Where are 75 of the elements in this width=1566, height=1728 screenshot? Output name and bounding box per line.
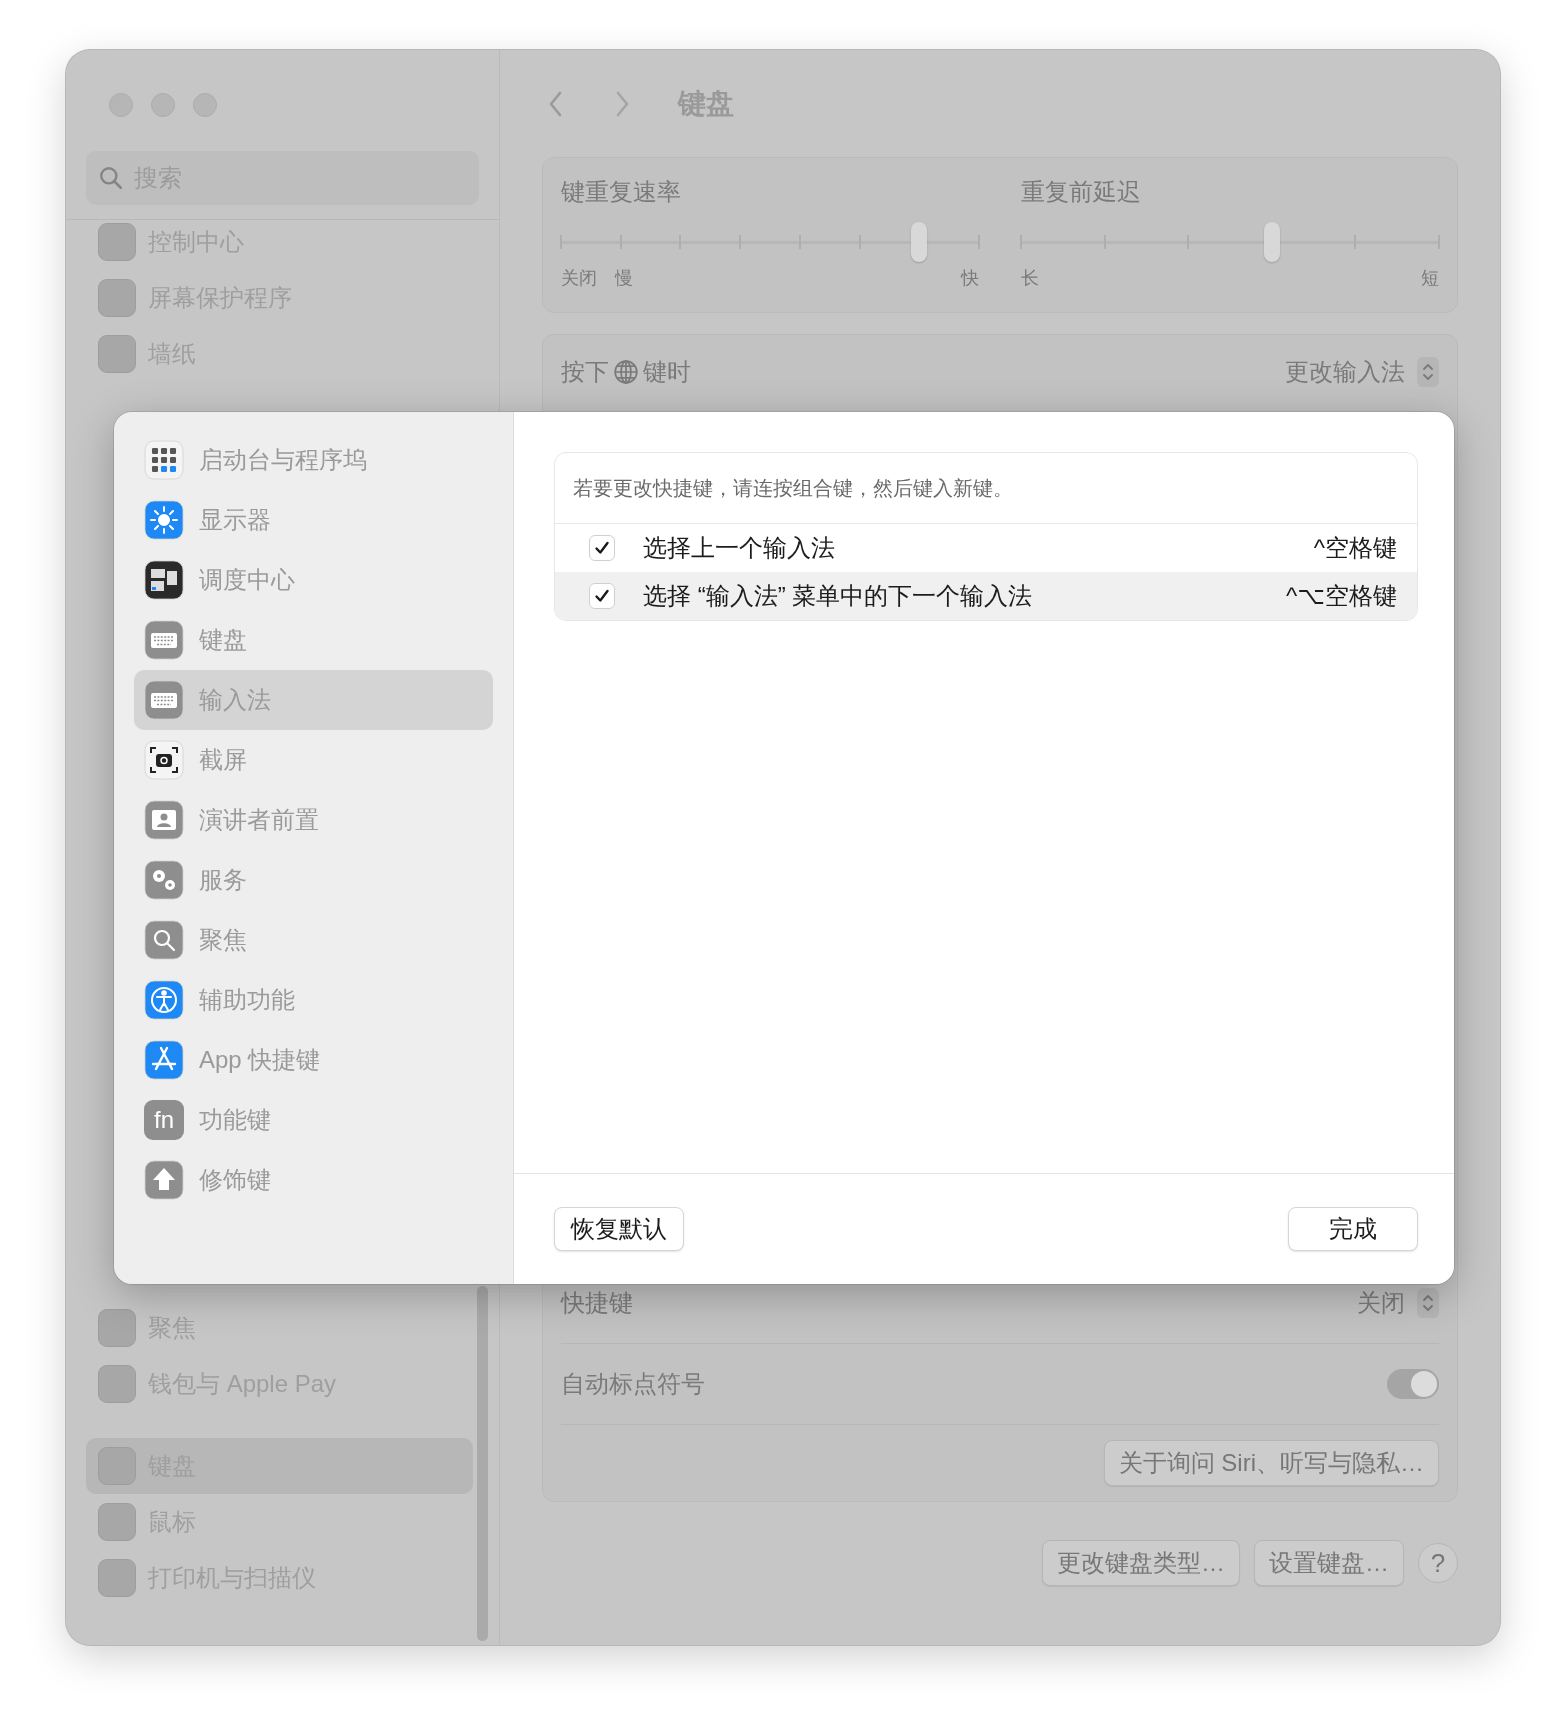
category-item[interactable]: 演讲者前置 <box>134 790 493 850</box>
category-item[interactable]: 启动台与程序坞 <box>134 430 493 490</box>
slider-label: 慢 <box>615 267 633 290</box>
shortcut-row[interactable]: 选择 “输入法” 菜单中的下一个输入法 ^⌥空格键 <box>555 572 1417 620</box>
category-item[interactable]: 输入法 <box>134 670 493 730</box>
app-icon <box>98 223 136 261</box>
shortcut-row[interactable]: 选择上一个输入法 ^空格键 <box>555 524 1417 572</box>
fn-key-icon: fn <box>144 1100 184 1140</box>
footer-button[interactable]: 设置键盘… <box>1254 1540 1404 1586</box>
shortcut-keys[interactable]: ^⌥空格键 <box>1286 580 1397 612</box>
windows-icon <box>144 560 184 600</box>
checkbox[interactable] <box>589 583 615 609</box>
app-icon <box>98 279 136 317</box>
popup-value[interactable]: 更改输入法 <box>1285 356 1405 388</box>
privacy-button[interactable]: 关于询问 Siri、听写与隐私… <box>1103 1440 1439 1486</box>
shortcut-label: 选择 “输入法” 菜单中的下一个输入法 <box>643 581 1033 611</box>
minimize-window-button[interactable] <box>151 93 175 117</box>
popup-value[interactable]: 关闭 <box>1357 1287 1405 1319</box>
stepper-icon[interactable] <box>1417 1288 1439 1318</box>
person-icon <box>144 800 184 840</box>
footer-button[interactable]: 更改键盘类型… <box>1042 1540 1240 1586</box>
slider-label: 关闭 <box>561 267 597 290</box>
grid-icon <box>144 440 184 480</box>
slider-track[interactable] <box>561 222 979 262</box>
slider-label: 长 <box>1021 267 1039 290</box>
category-item[interactable]: 截屏 <box>134 730 493 790</box>
category-item[interactable]: 键盘 <box>134 610 493 670</box>
close-window-button[interactable] <box>109 93 133 117</box>
sun-icon <box>144 500 184 540</box>
shortcut-keys[interactable]: ^空格键 <box>1313 532 1397 564</box>
category-item[interactable]: fn 功能键 <box>134 1090 493 1150</box>
help-button[interactable]: ? <box>1418 1543 1458 1583</box>
app-icon <box>98 1559 136 1597</box>
camera-icon <box>144 740 184 780</box>
globe-icon <box>613 359 639 385</box>
pencil-ruler-icon <box>144 1040 184 1080</box>
slider-thumb[interactable] <box>1263 222 1280 262</box>
zoom-window-button[interactable] <box>193 93 217 117</box>
toggle-switch[interactable] <box>1387 1369 1439 1399</box>
app-icon <box>98 1447 136 1485</box>
category-item[interactable]: 调度中心 <box>134 550 493 610</box>
slider-thumb[interactable] <box>911 222 928 262</box>
checkbox[interactable] <box>589 535 615 561</box>
gears-icon <box>144 860 184 900</box>
row-label: 快捷键 <box>561 1288 633 1318</box>
category-item[interactable]: 聚焦 <box>134 910 493 970</box>
slider-label: 短 <box>1421 267 1439 290</box>
category-item[interactable]: App 快捷键 <box>134 1030 493 1090</box>
arrow-up-icon <box>144 1160 184 1200</box>
app-icon <box>98 335 136 373</box>
category-item[interactable]: 修饰键 <box>134 1150 493 1210</box>
scrollbar[interactable] <box>477 1286 488 1641</box>
done-button[interactable]: 完成 <box>1288 1207 1418 1251</box>
app-icon <box>98 1309 136 1347</box>
search-icon <box>144 920 184 960</box>
row-label: 按下 <box>561 357 609 387</box>
category-item[interactable]: 辅助功能 <box>134 970 493 1030</box>
slider-track[interactable] <box>1021 222 1439 262</box>
keyboard-icon <box>144 620 184 660</box>
category-item[interactable]: 显示器 <box>134 490 493 550</box>
row-label: 自动标点符号 <box>561 1369 705 1399</box>
app-icon <box>98 1365 136 1403</box>
row-label: 键时 <box>643 357 691 387</box>
stepper-icon[interactable] <box>1417 357 1439 387</box>
keyboard-icon <box>144 680 184 720</box>
app-icon <box>98 1503 136 1541</box>
slider-title: 重复前延迟 <box>1021 177 1142 207</box>
shortcut-label: 选择上一个输入法 <box>643 533 835 563</box>
slider-label: 快 <box>961 267 979 290</box>
restore-defaults-button[interactable]: 恢复默认 <box>554 1207 684 1251</box>
search-icon <box>98 165 124 191</box>
accessibility-icon <box>144 980 184 1020</box>
slider-title: 键重复速率 <box>561 177 682 207</box>
hint-text: 若要更改快捷键，请连按组合键，然后键入新键。 <box>555 453 1417 524</box>
category-item[interactable]: 服务 <box>134 850 493 910</box>
